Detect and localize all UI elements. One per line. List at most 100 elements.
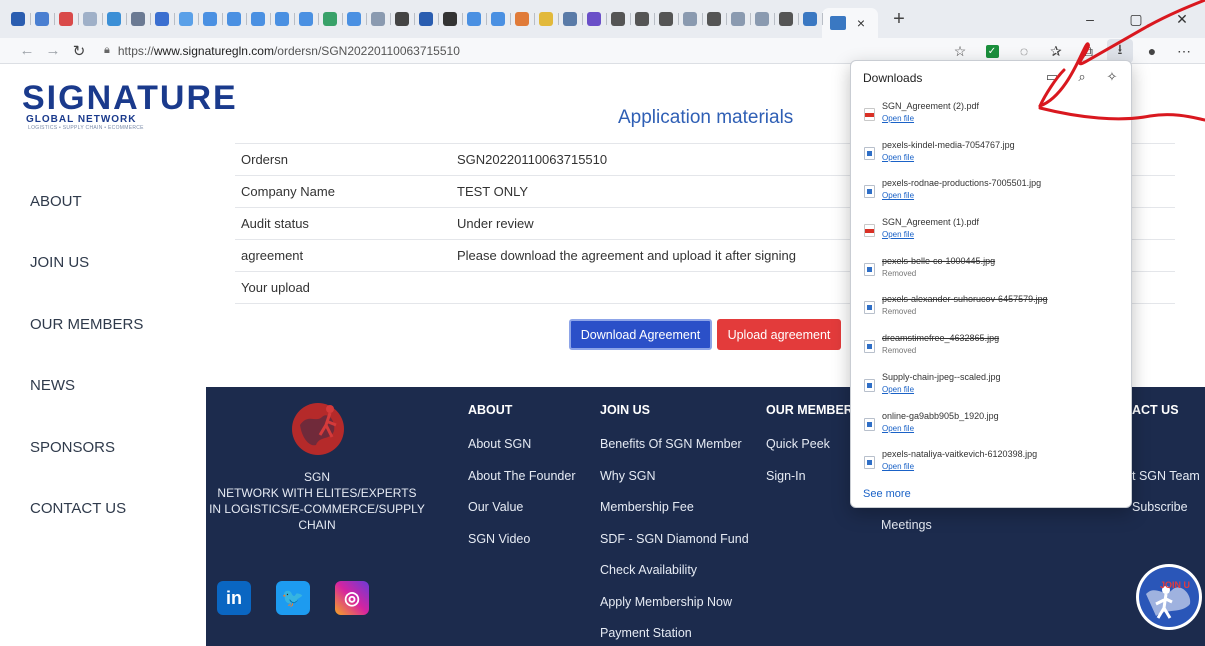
- download-item[interactable]: pexels-belle-co-1000445.jpg Removed: [851, 254, 1133, 293]
- footer-link[interactable]: [1132, 437, 1200, 469]
- footer-link[interactable]: Payment Station: [600, 626, 749, 646]
- download-agreement-button[interactable]: Download Agreement: [569, 319, 712, 350]
- open-file-link[interactable]: Open file: [882, 462, 914, 471]
- open-file-link[interactable]: Open file: [882, 385, 914, 394]
- footer-link[interactable]: Apply Membership Now: [600, 595, 749, 627]
- tab-favicon-icon[interactable]: [800, 9, 823, 29]
- download-item[interactable]: pexels-nataliya-vaitkevich-6120398.jpg Op…: [851, 447, 1133, 486]
- footer-link[interactable]: Check Availability: [600, 563, 749, 595]
- linkedin-icon[interactable]: in: [217, 581, 251, 615]
- twitter-icon[interactable]: 🐦: [276, 581, 310, 615]
- join-us-globe-icon: [1139, 567, 1199, 627]
- download-filename: dreamstimefree_4632865.jpg: [882, 333, 1000, 344]
- download-item[interactable]: dreamstimefree_4632865.jpg Removed: [851, 331, 1133, 370]
- download-item[interactable]: SGN_Agreement (1).pdf Open file: [851, 215, 1133, 254]
- footer-link[interactable]: Quick Peek: [766, 437, 861, 469]
- sidebar-item-contact-us[interactable]: CONTACT US: [30, 499, 143, 560]
- tab-favicon-icon[interactable]: [680, 9, 703, 29]
- footer-link[interactable]: Sign-In: [766, 469, 861, 501]
- open-folder-icon[interactable]: ▭: [1043, 68, 1061, 86]
- footer-link[interactable]: Meetings: [881, 518, 962, 550]
- footer-link[interactable]: Membership Fee: [600, 500, 749, 532]
- tab-favicon-icon[interactable]: [128, 9, 151, 29]
- more-menu-icon[interactable]: ⋯: [1171, 39, 1197, 63]
- tab-favicon-icon[interactable]: [416, 9, 439, 29]
- open-file-link[interactable]: Open file: [882, 153, 914, 162]
- tab-favicon-icon[interactable]: [272, 9, 295, 29]
- search-icon[interactable]: ⌕: [1073, 68, 1091, 86]
- tab-favicon-icon[interactable]: [368, 9, 391, 29]
- footer-link[interactable]: SGN Video: [468, 532, 575, 564]
- tab-close-icon[interactable]: ×: [852, 15, 870, 31]
- tab-favicon-icon[interactable]: [464, 9, 487, 29]
- download-item[interactable]: online-ga9abb905b_1920.jpg Open file: [851, 409, 1133, 448]
- tab-favicon-icon[interactable]: [584, 9, 607, 29]
- tab-favicon-icon[interactable]: [224, 9, 247, 29]
- tab-favicon-icon[interactable]: [56, 9, 79, 29]
- maximize-button[interactable]: ▢: [1113, 0, 1159, 38]
- sidebar-item-our-members[interactable]: OUR MEMBERS: [30, 315, 143, 376]
- download-item[interactable]: pexels-kindel-media-7054767.jpg Open file: [851, 138, 1133, 177]
- tab-favicon-icon[interactable]: [440, 9, 463, 29]
- join-us-badge[interactable]: JOIN U: [1136, 564, 1202, 630]
- open-file-link[interactable]: Open file: [882, 424, 914, 433]
- sidebar-item-news[interactable]: NEWS: [30, 376, 143, 437]
- tab-favicon-icon[interactable]: [704, 9, 727, 29]
- sidebar-item-join-us[interactable]: JOIN US: [30, 253, 143, 314]
- tab-favicon-icon[interactable]: [776, 9, 799, 29]
- pin-icon[interactable]: ✧: [1103, 68, 1121, 86]
- tab-favicon-icon[interactable]: [560, 9, 583, 29]
- tab-favicon-icon[interactable]: [104, 9, 127, 29]
- tab-favicon-icon[interactable]: [344, 9, 367, 29]
- upload-agreement-button[interactable]: Upload agreement: [717, 319, 841, 350]
- new-tab-button[interactable]: +: [888, 8, 910, 31]
- tab-favicon-icon[interactable]: [392, 9, 415, 29]
- tab-favicon-icon[interactable]: [536, 9, 559, 29]
- footer-link[interactable]: SDF - SGN Diamond Fund: [600, 532, 749, 564]
- profile-avatar-icon[interactable]: ●: [1139, 39, 1165, 63]
- tab-favicon-icon[interactable]: [80, 9, 103, 29]
- footer-link[interactable]: Subscribe: [1132, 500, 1200, 532]
- tab-favicon-icon[interactable]: [656, 9, 679, 29]
- instagram-icon[interactable]: ◎: [335, 581, 369, 615]
- site-logo[interactable]: SIGNATURE GLOBAL NETWORK LOGISTICS • SUP…: [22, 81, 236, 131]
- tab-favicon-icon[interactable]: [488, 9, 511, 29]
- tab-favicon-icon[interactable]: [320, 9, 343, 29]
- active-tab[interactable]: ×: [822, 8, 878, 38]
- tab-favicon-icon[interactable]: [248, 9, 271, 29]
- sidebar-item-sponsors[interactable]: SPONSORS: [30, 438, 143, 499]
- tab-favicon-icon[interactable]: [152, 9, 175, 29]
- forward-arrow-icon[interactable]: →: [40, 39, 66, 63]
- tab-favicon-icon[interactable]: [176, 9, 199, 29]
- open-file-link[interactable]: Open file: [882, 230, 914, 239]
- footer-link[interactable]: About SGN: [468, 437, 575, 469]
- download-item[interactable]: pexels-alexander-suhorucov-6457579.jpg Re…: [851, 292, 1133, 331]
- refresh-icon[interactable]: ↻: [66, 39, 92, 63]
- tab-favicon-icon[interactable]: [632, 9, 655, 29]
- footer-link[interactable]: Our Value: [468, 500, 575, 532]
- footer-link[interactable]: Why SGN: [600, 469, 749, 501]
- footer-link[interactable]: Benefits Of SGN Member: [600, 437, 749, 469]
- tab-favicon-icon[interactable]: [296, 9, 319, 29]
- back-arrow-icon[interactable]: ←: [14, 39, 40, 63]
- url-field[interactable]: 🔒︎ https://www.signaturegln.com/ordersn/…: [104, 44, 460, 58]
- download-item[interactable]: Supply-chain-jpeg--scaled.jpg Open file: [851, 370, 1133, 409]
- sidebar-item-about[interactable]: ABOUT: [30, 192, 143, 253]
- footer-link[interactable]: t SGN Team: [1132, 469, 1200, 501]
- tab-favicon-icon[interactable]: [752, 9, 775, 29]
- tab-favicon-icon[interactable]: [512, 9, 535, 29]
- close-window-button[interactable]: ✕: [1159, 0, 1205, 38]
- see-more-link[interactable]: See more: [863, 488, 911, 500]
- download-item[interactable]: SGN_Agreement (2).pdf Open file: [851, 99, 1133, 138]
- tab-favicon-icon[interactable]: [608, 9, 631, 29]
- tab-favicon-icon[interactable]: [200, 9, 223, 29]
- tab-favicon-icon[interactable]: [728, 9, 751, 29]
- tab-favicon-icon[interactable]: [8, 9, 31, 29]
- tab-favicon-icon[interactable]: [32, 9, 55, 29]
- download-item[interactable]: pexels-rodnae-productions-7005501.jpg Ope…: [851, 176, 1133, 215]
- open-file-link[interactable]: Open file: [882, 191, 914, 200]
- minimize-button[interactable]: –: [1067, 0, 1113, 38]
- footer-link[interactable]: About The Founder: [468, 469, 575, 501]
- open-file-link[interactable]: Open file: [882, 114, 914, 123]
- removed-status: Removed: [882, 307, 917, 317]
